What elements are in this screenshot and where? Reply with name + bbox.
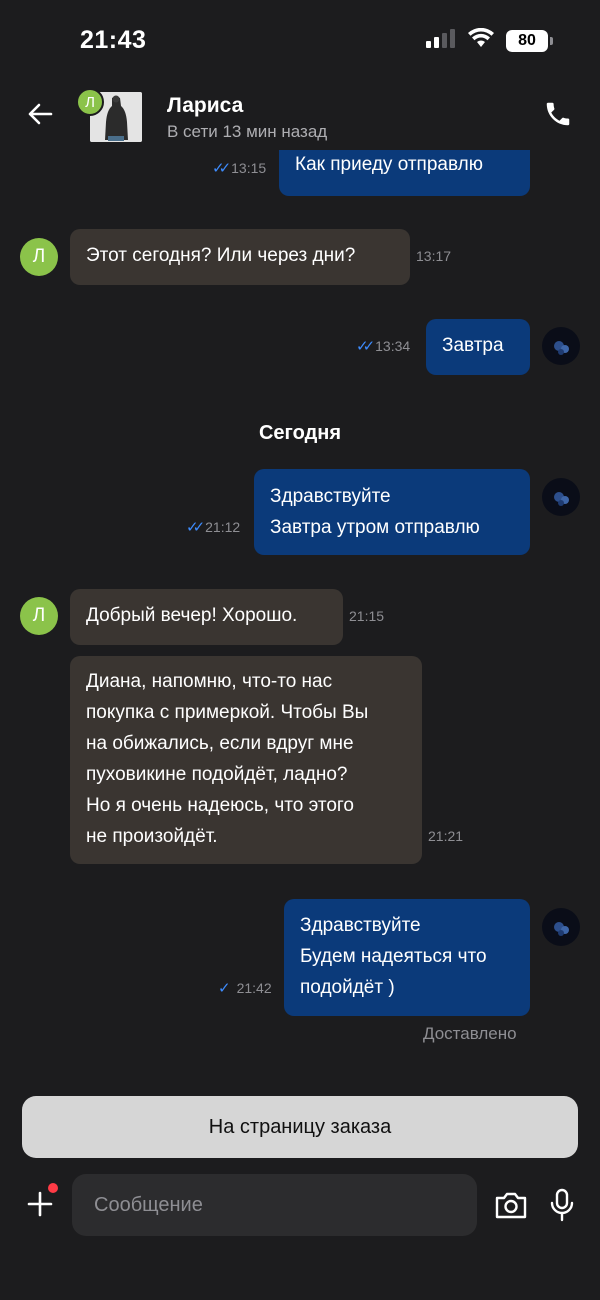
check-icon: ✓ [218,980,231,997]
message-text: Добрый вечер! Хорошо. [86,605,298,626]
microphone-button[interactable] [544,1186,580,1224]
plus-icon [27,1191,53,1217]
camera-button[interactable] [492,1186,530,1224]
microphone-icon [550,1188,574,1222]
message-time: ✓✓ 21:12 [186,519,241,536]
message-time: 13:17 [416,248,452,264]
message-text-line: не произойдёт. [86,826,218,847]
chat-area[interactable]: Как приеду отправлю ✓✓ 13:15 Л Этот сего… [0,150,600,1075]
back-button[interactable] [22,96,58,132]
arrow-left-icon [28,103,53,125]
contact-avatar-badge: Л [76,88,104,116]
contact-avatar[interactable]: Л [20,238,58,276]
message-bubble-outgoing[interactable]: Завтра [426,319,530,375]
message-text-line: Но я очень надеюсь, что этого [86,795,354,816]
message-time: 21:15 [349,608,385,624]
message-time: ✓✓ 13:15 [212,160,267,177]
message-text-line: подойдёт ) [300,977,395,998]
message-text-line: Здравствуйте [270,486,391,507]
message-bubble-incoming[interactable]: Этот сегодня? Или через дни? [70,229,410,285]
double-check-icon: ✓✓ [186,519,205,536]
day-separator: Сегодня [258,422,342,444]
message-bubble-incoming[interactable]: Диана, напомню, что-то нас покупка с при… [70,656,422,864]
message-time: 21:21 [428,828,464,844]
message-text-line: на обижались, если вдруг мне [86,733,354,754]
message-time: ✓✓ 13:34 [356,338,411,355]
message-bubble-outgoing[interactable]: Здравствуйте Завтра утром отправлю [254,469,530,555]
contact-status: В сети 13 мин назад [167,122,328,141]
message-time: ✓ 21:42 [218,980,272,997]
message-text-line: Завтра утром отправлю [270,517,480,538]
contact-avatar[interactable]: Л [20,597,58,635]
message-text-line: Диана, напомню, что-то нас [86,671,333,692]
user-avatar[interactable] [542,327,580,365]
call-button[interactable] [540,96,576,132]
battery-icon: 80 [506,29,553,52]
message-text: Этот сегодня? Или через дни? [86,245,356,266]
message-text-line: пуховикине подойдёт, ладно? [86,764,348,785]
message-bubble-outgoing[interactable]: Как приеду отправлю [279,150,530,196]
status-time: 21:43 [80,26,147,54]
camera-icon [495,1192,527,1219]
delivered-status: Доставлено [423,1024,517,1043]
wifi-icon [468,27,494,53]
message-input[interactable] [72,1174,477,1236]
message-bubble-incoming[interactable]: Добрый вечер! Хорошо. [70,589,343,645]
contact-name[interactable]: Лариса [167,94,243,118]
message-bubble-outgoing[interactable]: Здравствуйте Будем надеяться что подойдё… [284,899,530,1016]
message-text: Как приеду отправлю [295,154,483,175]
message-text: Завтра [442,335,504,356]
notification-dot [48,1183,58,1193]
double-check-icon: ✓✓ [212,160,231,177]
message-text-line: Здравствуйте [300,915,421,936]
phone-icon [546,102,570,126]
user-avatar[interactable] [542,478,580,516]
order-page-button[interactable]: На страницу заказа [22,1096,578,1158]
double-check-icon: ✓✓ [356,338,375,355]
cellular-signal-icon [426,28,456,53]
message-text-line: покупка с примеркой. Чтобы Вы [86,702,369,723]
message-text-line: Будем надеяться что [300,946,487,967]
user-avatar[interactable] [542,908,580,946]
status-icons: 80 [426,27,553,53]
